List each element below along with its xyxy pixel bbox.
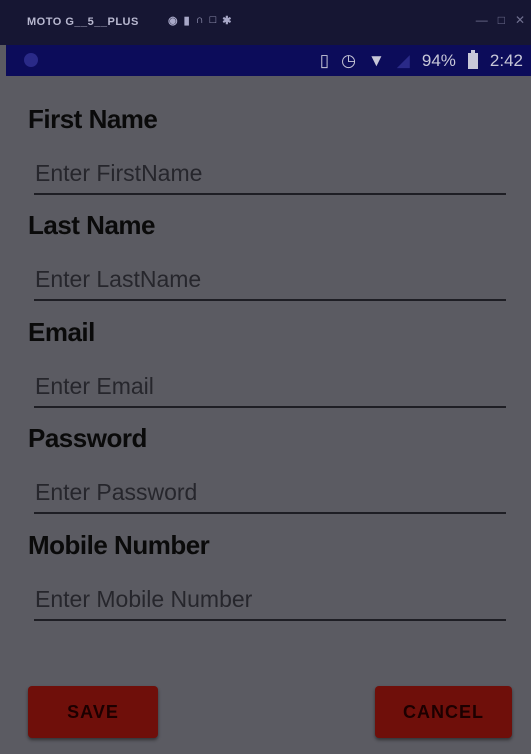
window-controls: — □ ✕	[476, 13, 525, 27]
status-icons: ▯ ◷ ▼ ◢ 94% 2:42	[320, 45, 523, 76]
settings-icon[interactable]: ✱	[222, 14, 231, 27]
mobile-input[interactable]	[34, 579, 507, 619]
headset-icon[interactable]: ∩	[196, 14, 204, 27]
password-field-wrap	[34, 472, 507, 514]
wifi-icon: ▼	[367, 50, 385, 70]
emulator-titlebar: MOTO G__5__PLUS ◉ ▮ ∩ □ ✱ — □ ✕	[0, 0, 531, 45]
mobile-field-wrap	[34, 579, 507, 621]
close-icon[interactable]: ✕	[515, 13, 525, 27]
save-button[interactable]: SAVE	[28, 686, 158, 738]
alarm-icon: ◷	[341, 50, 356, 70]
mobile-label: Mobile Number	[28, 530, 210, 560]
last-name-label: Last Name	[28, 210, 156, 240]
first-name-input[interactable]	[34, 153, 507, 193]
video-icon[interactable]: ▮	[184, 14, 190, 27]
email-field-wrap	[34, 366, 507, 408]
battery-percent: 94%	[421, 50, 456, 70]
clock: 2:42	[489, 50, 523, 70]
notification-icon	[24, 53, 38, 67]
camera-icon[interactable]: ◉	[168, 14, 178, 27]
password-label: Password	[28, 423, 147, 453]
password-input[interactable]	[34, 472, 507, 512]
maximize-icon[interactable]: □	[498, 13, 505, 27]
email-input[interactable]	[34, 366, 507, 406]
fullscreen-icon[interactable]: □	[210, 14, 217, 27]
vibrate-icon: ▯	[319, 50, 330, 70]
last-name-input[interactable]	[34, 259, 507, 299]
signal-icon: ◢	[396, 50, 410, 70]
first-name-field-wrap	[34, 153, 507, 195]
battery-icon	[467, 49, 478, 69]
signup-form: First Name Last Name Email Password Mobi…	[6, 76, 531, 754]
minimize-icon[interactable]: —	[476, 13, 488, 27]
emulator-window: MOTO G__5__PLUS ◉ ▮ ∩ □ ✱ — □ ✕ ▯ ◷ ▼ ◢ …	[0, 0, 531, 754]
device-name: MOTO G__5__PLUS	[27, 16, 139, 28]
emulator-toolbar: ◉ ▮ ∩ □ ✱	[168, 14, 232, 27]
last-name-field-wrap	[34, 259, 507, 301]
first-name-label: First Name	[28, 104, 158, 134]
email-label: Email	[28, 317, 95, 347]
cancel-button[interactable]: CANCEL	[375, 686, 512, 738]
android-status-bar: ▯ ◷ ▼ ◢ 94% 2:42	[6, 45, 531, 76]
